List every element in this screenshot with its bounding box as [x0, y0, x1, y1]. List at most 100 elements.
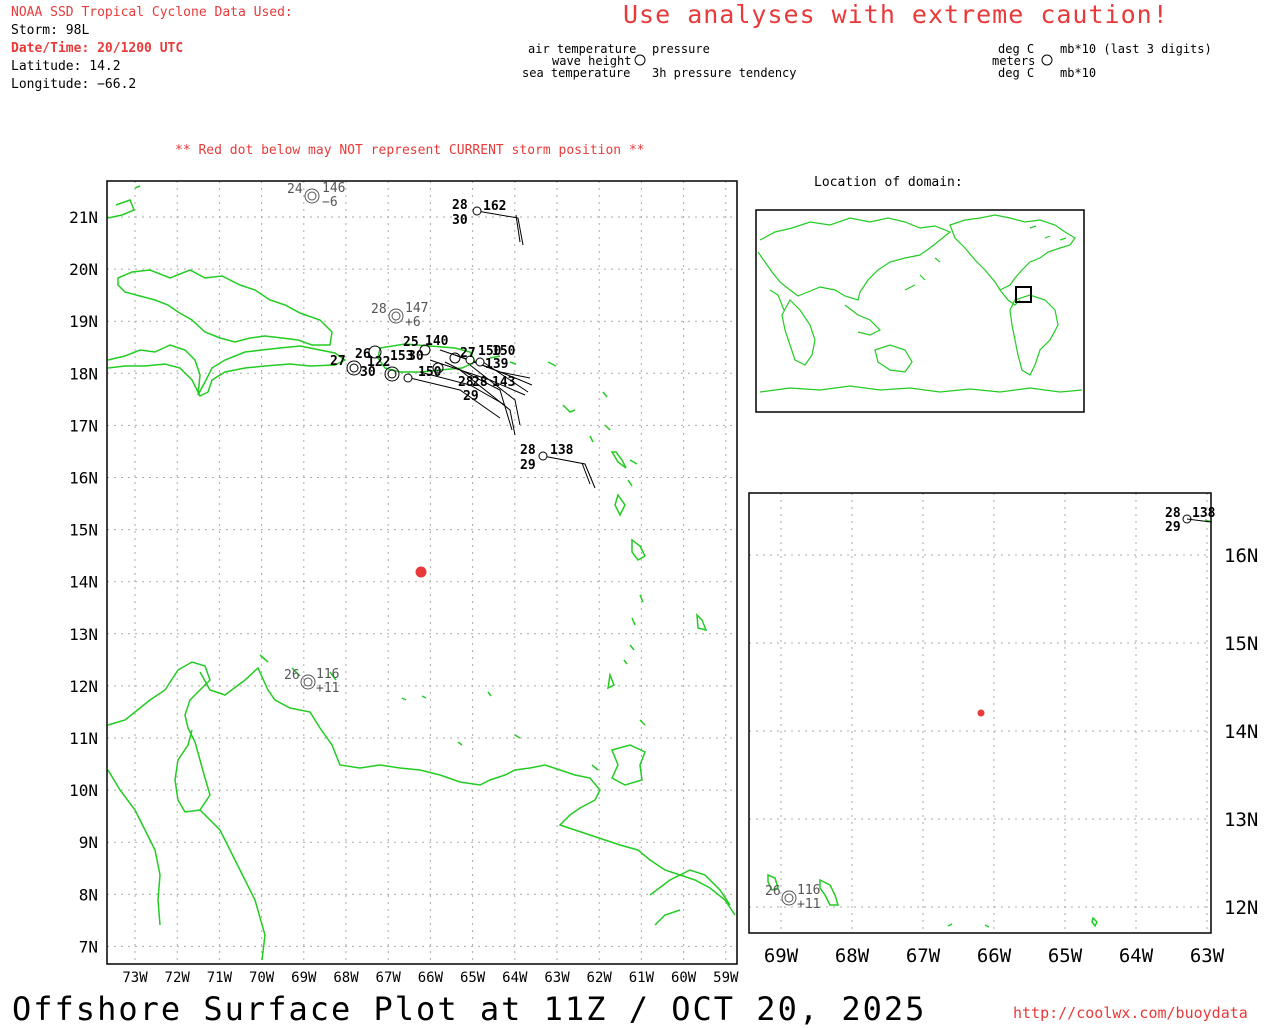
lat-label: 21N — [69, 208, 98, 227]
station-pressure: 146 — [322, 181, 345, 196]
station-pressure: 116 — [316, 667, 339, 682]
lon-label: 68W — [835, 945, 870, 967]
zoom-stations: 28 138 29 26 116 +11 — [765, 506, 1216, 912]
station-pressure: 147 — [405, 301, 428, 316]
svg-text:29: 29 — [463, 389, 479, 404]
lon-label: 71W — [207, 970, 233, 986]
lon-label: 72W — [165, 970, 191, 986]
lon-label: 67W — [906, 945, 941, 967]
main-map-lon-labels: 73W 72W 71W 70W 69W 68W 67W 66W 65W 64W 63W 62W 61W 6… — [122, 970, 739, 986]
lat-label: 14N — [1224, 721, 1258, 743]
map-canvas: 21N 20N 19N 18N 17N 16N 15N 14N 13N 12N 11N 10N 9N 8N… — [69, 54, 1258, 986]
svg-text:122: 122 — [367, 355, 390, 370]
lat-label: 12N — [1224, 897, 1258, 919]
station-model: 28 147 +6 — [371, 301, 428, 330]
zoom-map-lat-labels: 16N 15N 14N 13N 12N — [1224, 545, 1258, 919]
station-air-temp: 27 — [330, 354, 346, 369]
station-sea-temp: 29 — [1165, 520, 1181, 535]
lon-label: 64W — [1119, 945, 1154, 967]
lat-label: 12N — [69, 677, 98, 696]
lat-label: 7N — [79, 937, 98, 956]
station-air-temp: 28 — [520, 443, 536, 458]
station-sea-temp: 30 — [452, 213, 468, 228]
lat-label: 15N — [69, 521, 98, 540]
lat-label: 10N — [69, 781, 98, 800]
lat-label: 19N — [69, 312, 98, 331]
legend-station-circle — [634, 54, 646, 66]
location-map — [755, 209, 1085, 413]
lat-label: 13N — [1224, 809, 1258, 831]
lon-label: 68W — [333, 970, 359, 986]
svg-text:150: 150 — [418, 365, 442, 380]
svg-text:25: 25 — [403, 335, 419, 350]
svg-text:28: 28 — [472, 375, 488, 390]
lat-label: 15N — [1224, 633, 1258, 655]
station-air-temp: 26 — [284, 668, 300, 683]
source-url[interactable]: http://coolwx.com/buoydata — [1013, 1004, 1248, 1022]
station-air-temp: 28 — [371, 302, 387, 317]
station-pressure: 116 — [797, 883, 820, 898]
lon-label: 63W — [544, 970, 570, 986]
zoom-map: 16N 15N 14N 13N 12N 69W 68W 67W 66W 65W 64W 63W 28… — [748, 492, 1258, 967]
station-sea-temp: 29 — [520, 458, 536, 473]
station-tendency: +6 — [405, 315, 421, 330]
lon-label: 60W — [671, 970, 697, 986]
storm-position-dot — [415, 566, 427, 578]
station-model: 24 146 −6 — [287, 181, 345, 210]
lon-label: 65W — [1048, 945, 1083, 967]
station-air-temp: 26 — [765, 884, 781, 899]
lat-label: 9N — [79, 833, 98, 852]
lat-label: 8N — [79, 885, 98, 904]
main-stations: 24 146 −6 28 162 30 28 147 +6 27 30 26 1… — [284, 181, 574, 696]
lon-label: 67W — [376, 970, 402, 986]
svg-text:143: 143 — [492, 375, 515, 390]
station-model: 28 162 30 — [452, 198, 506, 228]
svg-text:27: 27 — [460, 346, 476, 361]
station-air-temp: 28 — [452, 198, 468, 213]
lat-label: 13N — [69, 625, 98, 644]
station-air-temp: 24 — [287, 182, 303, 197]
lon-label: 73W — [122, 970, 148, 986]
station-model: 27 30 26 122 153 30 25 140 150 27 150 15… — [330, 334, 516, 404]
svg-text:30: 30 — [408, 349, 424, 364]
lat-label: 17N — [69, 416, 98, 435]
lon-label: 62W — [587, 970, 613, 986]
station-model: 26 116 +11 — [765, 883, 820, 912]
station-air-temp: 28 — [1165, 506, 1181, 521]
location-map-frame — [755, 209, 1085, 413]
lat-label: 18N — [69, 364, 98, 383]
location-map-title: Location of domain: — [814, 175, 963, 190]
lon-label: 64W — [502, 970, 528, 986]
station-pressure: 138 — [1192, 506, 1216, 521]
lon-label: 66W — [977, 945, 1012, 967]
station-tendency: +11 — [316, 681, 339, 696]
station-tendency: +11 — [797, 897, 820, 912]
zoom-storm-dot — [977, 709, 985, 717]
main-map-lat-labels: 21N 20N 19N 18N 17N 16N 15N 14N 13N 12N 11N 10N 9N 8N… — [69, 208, 98, 956]
lat-label: 14N — [69, 573, 98, 592]
lat-label: 11N — [69, 729, 98, 748]
main-map: 21N 20N 19N 18N 17N 16N 15N 14N 13N 12N 11N 10N 9N 8N… — [69, 180, 739, 986]
svg-text:140: 140 — [425, 334, 449, 349]
lon-label: 63W — [1190, 945, 1225, 967]
lon-label: 70W — [249, 970, 275, 986]
station-pressure: 162 — [483, 199, 506, 214]
plot-title: Offshore Surface Plot at 11Z / OCT 20, 2… — [12, 990, 927, 1028]
lat-label: 16N — [1224, 545, 1258, 567]
station-tendency: −6 — [322, 195, 338, 210]
station-pressure: 138 — [550, 443, 574, 458]
lon-label: 59W — [713, 970, 739, 986]
lon-label: 69W — [764, 945, 799, 967]
zoom-map-lon-labels: 69W 68W 67W 66W 65W 64W 63W — [764, 945, 1225, 967]
lat-label: 20N — [69, 260, 98, 279]
lon-label: 69W — [291, 970, 317, 986]
lon-label: 61W — [629, 970, 655, 986]
zoom-map-coastlines — [767, 519, 1213, 928]
lon-label: 66W — [418, 970, 444, 986]
svg-text:139: 139 — [485, 357, 508, 372]
station-model: 28 138 29 — [520, 443, 574, 473]
legend-station-circle-units — [1041, 54, 1053, 66]
lon-label: 65W — [460, 970, 486, 986]
lat-label: 16N — [69, 469, 98, 488]
station-model: 28 138 29 — [1165, 506, 1216, 535]
